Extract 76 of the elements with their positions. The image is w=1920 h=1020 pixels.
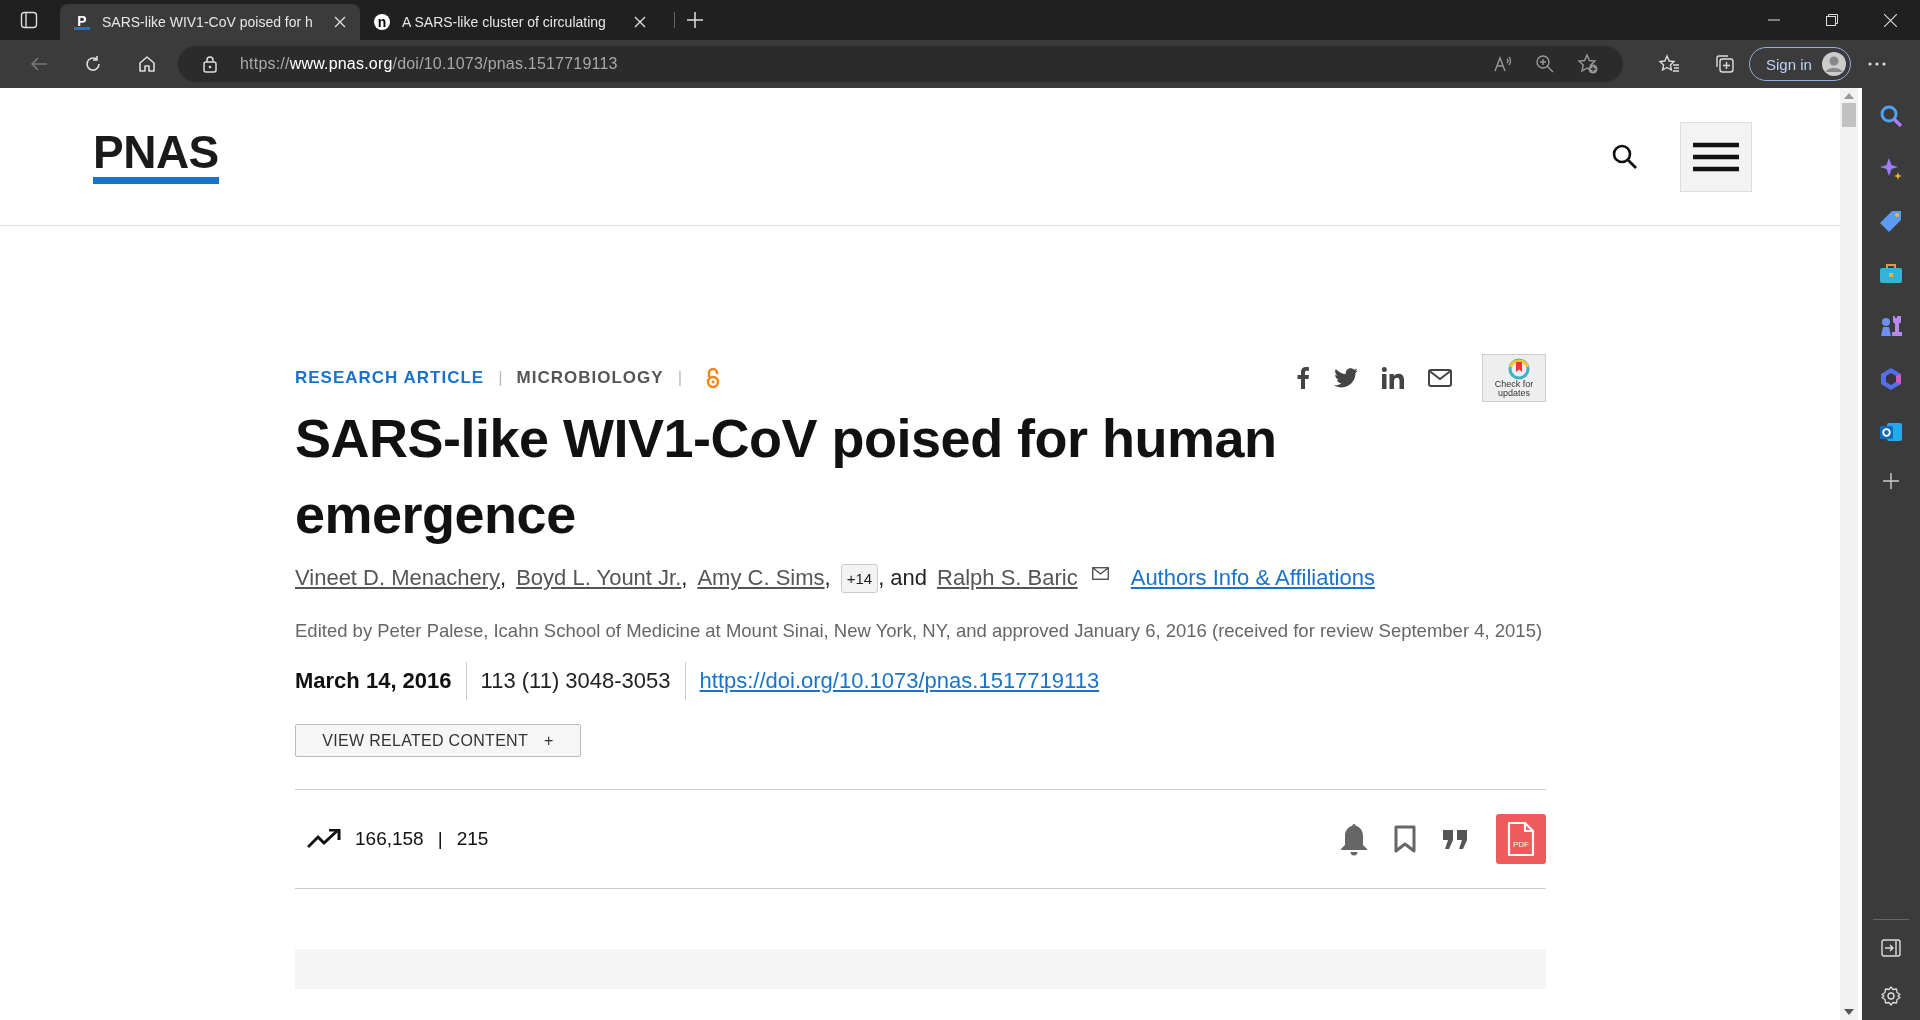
email-icon[interactable]: [1428, 369, 1452, 387]
scroll-thumb[interactable]: [1842, 103, 1856, 127]
tab-title: SARS-like WIV1-CoV poised for h: [102, 14, 314, 30]
mail-app-icon[interactable]: [1879, 420, 1903, 444]
article-subject[interactable]: MICROBIOLOGY: [516, 368, 664, 388]
tab-title: A SARS-like cluster of circulating: [402, 14, 607, 30]
scrollbar[interactable]: [1840, 88, 1858, 1020]
hexagon-logo-icon[interactable]: [1879, 367, 1903, 391]
author-link[interactable]: Boyd L. Yount Jr.: [516, 565, 682, 591]
favicon: n: [374, 14, 390, 30]
home-icon[interactable]: [137, 54, 157, 74]
crossmark-icon: [1508, 358, 1530, 380]
quote-icon[interactable]: [1442, 828, 1468, 850]
publication-date: March 14, 2016: [295, 662, 467, 700]
read-aloud-icon[interactable]: [1493, 54, 1513, 74]
sparkle-icon[interactable]: [1879, 157, 1903, 181]
check-for-updates-text: Check for updates: [1493, 380, 1535, 398]
url-text: https://www.pnas.org/doi/10.1073/pnas.1517719113: [240, 55, 618, 73]
doi-link[interactable]: https://doi.org/10.1073/pnas.1517719113: [699, 668, 1100, 694]
add-icon[interactable]: [1883, 473, 1899, 489]
menu-button[interactable]: [1680, 121, 1752, 192]
editor-note: Edited by Peter Palese, Icahn School of Medicine at Mount Sinai, New York, NY, and approved January 6, 2016 (received for review September 4, 2015): [295, 619, 1544, 643]
avatar-icon: [1821, 52, 1846, 76]
byline-separator: ,: [500, 565, 507, 591]
metrics-divider: |: [437, 828, 443, 850]
menu-icon: [1693, 141, 1739, 172]
more-authors-button[interactable]: +14: [840, 563, 879, 593]
sidebar-panel-icon[interactable]: [1881, 939, 1901, 957]
open-access-icon: [706, 367, 721, 389]
meta-divider: |: [677, 368, 683, 388]
byline-separator: ,: [681, 565, 688, 591]
article-type[interactable]: RESEARCH ARTICLE: [295, 368, 485, 388]
tab-actions-icon[interactable]: [20, 11, 38, 29]
site-logo[interactable]: PNAS: [93, 129, 219, 184]
refresh-icon[interactable]: [83, 54, 103, 74]
address-bar[interactable]: https://www.pnas.org/doi/10.1073/pnas.1517719113: [178, 46, 1623, 82]
more-icon[interactable]: [1867, 62, 1886, 66]
author-link[interactable]: Vineet D. Menachery: [295, 565, 501, 591]
views-count: 166,158: [355, 828, 424, 850]
restore-icon[interactable]: [1826, 14, 1838, 26]
linkedin-icon[interactable]: [1382, 367, 1404, 389]
bell-icon[interactable]: [1340, 822, 1368, 856]
close-icon[interactable]: [634, 16, 646, 28]
bookmark-icon[interactable]: [1394, 825, 1416, 853]
favicon: P: [74, 14, 90, 30]
email-icon[interactable]: [1091, 566, 1109, 580]
trending-up-icon: [307, 829, 341, 849]
author-link[interactable]: Ralph S. Baric: [937, 565, 1078, 591]
browser-tab[interactable]: P SARS-like WIV1-CoV poised for h: [60, 4, 360, 40]
settings-icon[interactable]: [1881, 986, 1901, 1006]
favorites-icon[interactable]: [1658, 54, 1680, 74]
byline-separator: ,: [824, 565, 831, 591]
collections-icon[interactable]: [1714, 53, 1736, 75]
tag-icon[interactable]: [1879, 210, 1903, 234]
add-favorite-icon[interactable]: [1577, 53, 1599, 75]
zoom-icon[interactable]: [1535, 54, 1555, 74]
byline-separator: , and: [878, 565, 928, 591]
lock-icon: [202, 55, 218, 73]
view-related-content-button[interactable]: VIEW RELATED CONTENT +: [295, 724, 581, 757]
browser-tab[interactable]: n A SARS-like cluster of circulating: [360, 4, 660, 40]
twitter-icon[interactable]: [1334, 368, 1358, 388]
affiliations-link[interactable]: Authors Info & Affiliations: [1130, 565, 1375, 591]
new-tab-icon[interactable]: [674, 12, 703, 28]
facebook-icon[interactable]: [1296, 367, 1310, 389]
scroll-down-icon[interactable]: [1844, 1009, 1854, 1016]
citations-count: 215: [456, 828, 489, 850]
meta-divider: |: [498, 368, 503, 388]
check-for-updates-badge[interactable]: Check for updates: [1482, 354, 1546, 402]
citation-text: 113 (11) 3048-3053: [466, 662, 686, 700]
chess-pieces-icon[interactable]: [1879, 314, 1903, 338]
author-link[interactable]: Amy C. Sims: [697, 565, 825, 591]
close-window-icon[interactable]: [1884, 13, 1897, 27]
close-icon[interactable]: [334, 16, 346, 28]
toolbox-icon[interactable]: [1879, 263, 1903, 285]
article-title: SARS-like WIV1-CoV poised for human emergence: [295, 407, 1278, 546]
search-icon[interactable]: [1612, 143, 1638, 170]
